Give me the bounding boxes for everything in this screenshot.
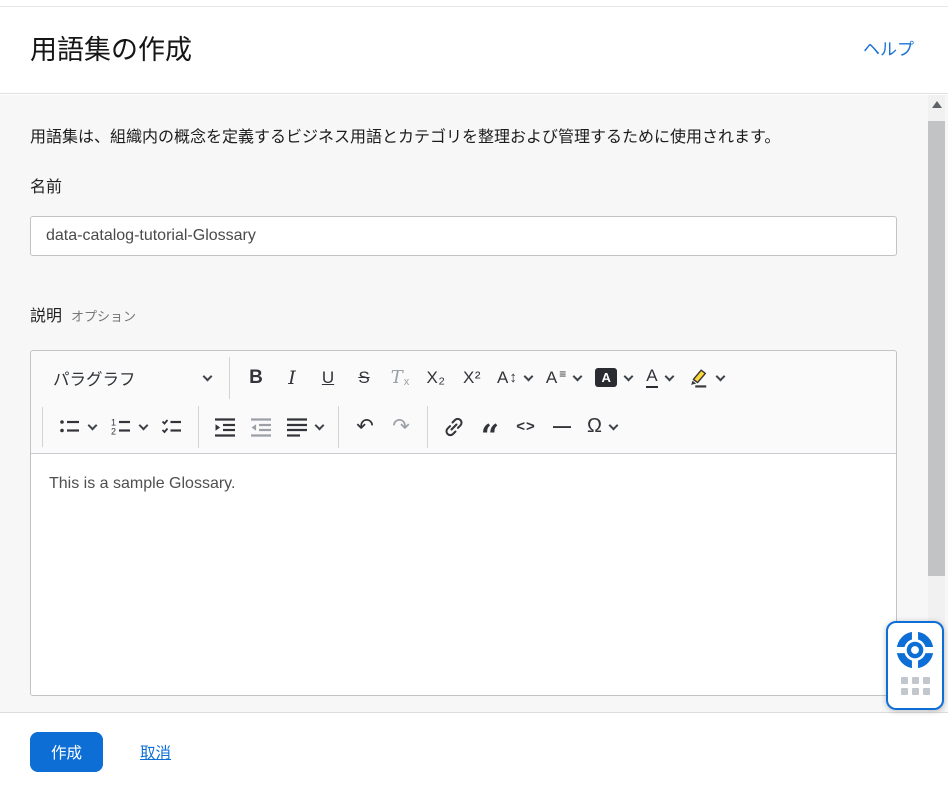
- description-label-row: 説明 オプション: [30, 302, 897, 326]
- name-input[interactable]: [30, 216, 897, 256]
- bulleted-list-icon: [59, 416, 81, 438]
- chevron-down-icon: [203, 371, 213, 381]
- toolbar-row-2: 1 2: [41, 402, 886, 451]
- chevron-down-icon: [88, 420, 98, 430]
- block-quote-button[interactable]: “: [472, 409, 508, 445]
- undo-icon: ↶: [356, 414, 374, 439]
- underline-button[interactable]: U: [310, 360, 346, 396]
- chevron-down-icon: [315, 420, 325, 430]
- numbered-list-icon: 1 2: [110, 416, 132, 438]
- chevron-down-icon: [573, 371, 583, 381]
- toolbar-separator: [42, 407, 43, 447]
- font-family-dropdown[interactable]: A≡: [539, 360, 588, 396]
- indent-icon: [214, 416, 236, 438]
- remove-format-button[interactable]: Tx: [382, 360, 418, 396]
- font-background-icon: A: [595, 368, 617, 387]
- strikethrough-button[interactable]: S: [346, 360, 382, 396]
- italic-button[interactable]: I: [274, 360, 310, 396]
- indent-button[interactable]: [207, 409, 243, 445]
- font-color-dropdown[interactable]: A: [639, 360, 679, 396]
- toolbar-separator: [229, 357, 230, 399]
- font-background-color-dropdown[interactable]: A: [588, 360, 639, 396]
- page-title: 用語集の作成: [30, 28, 192, 67]
- todo-list-button[interactable]: [154, 409, 190, 445]
- grid-handle-icon[interactable]: [901, 677, 930, 695]
- scroll-up-arrow-icon: [932, 101, 942, 108]
- outdent-button[interactable]: [243, 409, 279, 445]
- font-color-icon: A: [646, 367, 657, 388]
- chevron-down-icon: [139, 420, 149, 430]
- optional-label: オプション: [71, 306, 136, 325]
- rich-text-editor: パラグラフ B I U S Tx X₂ X² A↕: [30, 350, 897, 696]
- link-button[interactable]: [436, 409, 472, 445]
- horizontal-line-button[interactable]: —: [544, 409, 580, 445]
- code-button[interactable]: <>: [508, 409, 544, 445]
- align-icon: [286, 416, 308, 438]
- bulleted-list-dropdown[interactable]: [52, 409, 103, 445]
- name-label: 名前: [30, 173, 897, 197]
- create-button[interactable]: 作成: [30, 732, 103, 772]
- help-link[interactable]: ヘルプ: [863, 35, 914, 60]
- link-icon: [443, 416, 465, 438]
- highlight-pen-icon: [687, 367, 709, 389]
- paragraph-style-dropdown[interactable]: パラグラフ: [41, 360, 221, 396]
- highlight-dropdown[interactable]: [680, 360, 731, 396]
- undo-button[interactable]: ↶: [347, 409, 383, 445]
- special-characters-dropdown[interactable]: Ω: [580, 409, 624, 445]
- chevron-down-icon: [664, 371, 674, 381]
- scroll-up-button[interactable]: [928, 95, 945, 114]
- font-size-dropdown[interactable]: A↕: [490, 360, 539, 396]
- todo-list-icon: [161, 416, 183, 438]
- superscript-button[interactable]: X²: [454, 360, 490, 396]
- dialog-body: 用語集は、組織内の概念を定義するビジネス用語とカテゴリを整理および管理するために…: [0, 95, 948, 712]
- svg-text:2: 2: [111, 426, 116, 436]
- chevron-down-icon: [609, 420, 619, 430]
- description-label: 説明: [30, 302, 62, 326]
- cancel-link[interactable]: 取消: [140, 741, 171, 763]
- toolbar-separator: [198, 406, 199, 448]
- chevron-down-icon: [523, 371, 533, 381]
- redo-button[interactable]: ↷: [383, 409, 419, 445]
- vertical-scrollbar[interactable]: [928, 95, 945, 712]
- description-editor-content[interactable]: This is a sample Glossary.: [31, 454, 896, 695]
- toolbar-separator: [338, 406, 339, 448]
- redo-icon: ↷: [392, 414, 410, 439]
- help-buoy-icon[interactable]: [894, 629, 936, 671]
- dialog-footer: 作成 取消: [0, 712, 948, 790]
- toolbar-row-1: パラグラフ B I U S Tx X₂ X² A↕: [41, 353, 886, 402]
- outdent-icon: [250, 416, 272, 438]
- intro-text: 用語集は、組織内の概念を定義するビジネス用語とカテゴリを整理および管理するために…: [30, 125, 888, 151]
- toolbar-separator: [427, 406, 428, 448]
- create-glossary-dialog: 用語集の作成 ヘルプ 用語集は、組織内の概念を定義するビジネス用語とカテゴリを整…: [0, 0, 948, 790]
- help-widget[interactable]: [886, 621, 944, 710]
- editor-toolbar: パラグラフ B I U S Tx X₂ X² A↕: [31, 351, 896, 454]
- scrollbar-thumb[interactable]: [928, 121, 945, 576]
- chevron-down-icon: [715, 371, 725, 381]
- bold-button[interactable]: B: [238, 360, 274, 396]
- chevron-down-icon: [624, 371, 634, 381]
- alignment-dropdown[interactable]: [279, 409, 330, 445]
- subscript-button[interactable]: X₂: [418, 360, 454, 396]
- numbered-list-dropdown[interactable]: 1 2: [103, 409, 154, 445]
- paragraph-style-label: パラグラフ: [53, 366, 136, 390]
- dialog-header: 用語集の作成 ヘルプ: [0, 7, 948, 94]
